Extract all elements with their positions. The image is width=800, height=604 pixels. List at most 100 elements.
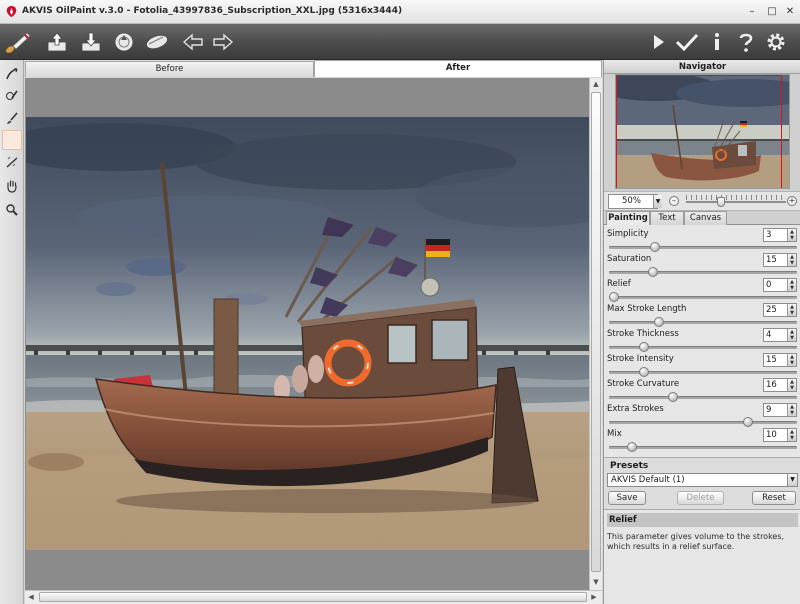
param-slider-thumb[interactable] (648, 267, 659, 277)
stamp-tool-icon (6, 156, 18, 168)
param-slider-thumb[interactable] (667, 392, 678, 402)
param-slider-thumb[interactable] (639, 367, 650, 377)
param-value: 15 (766, 255, 777, 265)
param-slider-track[interactable] (609, 446, 797, 449)
spinner-arrows-icon[interactable]: ▲ ▼ (787, 229, 796, 241)
help-button[interactable] (731, 27, 761, 57)
param-slider-track[interactable] (609, 246, 797, 249)
save-icon (81, 32, 101, 52)
help-text: This parameter gives volume to the strok… (607, 532, 785, 551)
spinner-arrows-icon[interactable]: ▲ ▼ (787, 329, 796, 341)
delete-preset-button[interactable]: Delete (677, 491, 724, 505)
save-preset-button[interactable]: Save (608, 491, 646, 505)
scroll-down-icon[interactable]: ▼ (590, 576, 602, 588)
apply-button[interactable] (672, 27, 702, 57)
param-slider-thumb[interactable] (649, 242, 660, 252)
tab-after[interactable]: After (314, 60, 602, 77)
param-spinbox[interactable]: 0 ▲ ▼ (763, 278, 797, 292)
tab-canvas[interactable]: Canvas (684, 211, 727, 225)
print-button[interactable] (109, 27, 139, 57)
param-label: Extra Strokes (607, 404, 664, 414)
brush-tool-button[interactable] (2, 108, 22, 128)
horizontal-scroll-thumb[interactable] (39, 592, 587, 602)
zoom-slider-thumb[interactable] (717, 197, 725, 207)
scroll-up-icon[interactable]: ▲ (590, 78, 602, 90)
run-icon (654, 35, 664, 49)
param-slider-track[interactable] (609, 396, 797, 399)
hand-tool-button[interactable] (2, 176, 22, 196)
undo-button[interactable] (178, 27, 208, 57)
param-slider-track[interactable] (609, 346, 797, 349)
param-slider-track[interactable] (609, 296, 797, 299)
scroll-left-icon[interactable]: ◀ (25, 591, 37, 603)
param-label: Simplicity (607, 229, 649, 239)
param-spinbox[interactable]: 10 ▲ ▼ (763, 428, 797, 442)
param-slider-thumb[interactable] (742, 417, 753, 427)
spinner-arrows-icon[interactable]: ▲ ▼ (787, 429, 796, 441)
param-spinbox[interactable]: 4 ▲ ▼ (763, 328, 797, 342)
param-slider-track[interactable] (609, 371, 797, 374)
open-icon (47, 32, 67, 52)
stroke-tool-button[interactable] (2, 86, 22, 106)
akvis-logo-icon (6, 6, 17, 17)
scroll-right-icon[interactable]: ▶ (588, 591, 600, 603)
spinner-arrows-icon[interactable]: ▲ ▼ (787, 404, 796, 416)
horizontal-scrollbar[interactable]: ◀ ▶ (25, 590, 602, 604)
param-slider-track[interactable] (609, 271, 797, 274)
main-toolbar (0, 24, 800, 60)
zoom-tool-button[interactable] (2, 200, 22, 220)
param-slider-thumb[interactable] (626, 442, 637, 452)
param-slider-thumb[interactable] (609, 292, 619, 302)
reset-button[interactable]: Reset (752, 491, 796, 505)
spinner-arrows-icon[interactable]: ▲ ▼ (787, 304, 796, 316)
vertical-scrollbar[interactable]: ▲ ▼ (589, 78, 602, 590)
spinner-arrows-icon[interactable]: ▲ ▼ (787, 254, 796, 266)
param-spinbox[interactable]: 9 ▲ ▼ (763, 403, 797, 417)
brush-logo-icon (2, 27, 32, 57)
close-button[interactable]: ✕ (782, 4, 798, 20)
param-slider-thumb[interactable] (639, 342, 650, 352)
param-spinbox[interactable]: 16 ▲ ▼ (763, 378, 797, 392)
maximize-button[interactable]: □ (764, 4, 780, 20)
run-button[interactable] (643, 27, 673, 57)
param-slider-track[interactable] (609, 321, 797, 324)
spinner-arrows-icon[interactable]: ▲ ▼ (787, 379, 796, 391)
stamp-tool-button[interactable] (2, 152, 22, 172)
param-spinbox[interactable]: 15 ▲ ▼ (763, 353, 797, 367)
save-button[interactable] (76, 27, 106, 57)
chevron-down-icon[interactable]: ▼ (653, 195, 662, 208)
undo-icon (182, 33, 203, 51)
open-button[interactable] (42, 27, 72, 57)
direction-tool-button[interactable] (2, 64, 22, 84)
spinner-arrows-icon[interactable]: ▲ ▼ (787, 279, 796, 291)
navigator-preview[interactable] (615, 74, 790, 189)
param-value: 25 (766, 305, 777, 315)
param-slider-thumb[interactable] (653, 317, 664, 327)
chevron-down-icon[interactable]: ▼ (787, 474, 797, 486)
navigator-thumbnail (616, 75, 789, 188)
tab-text[interactable]: Text (650, 211, 684, 225)
settings-button[interactable] (761, 27, 791, 57)
vertical-scroll-thumb[interactable] (591, 92, 601, 572)
zoom-select[interactable]: 50% ▼ (608, 194, 662, 209)
info-button[interactable] (702, 27, 732, 57)
param-spinbox[interactable]: 3 ▲ ▼ (763, 228, 797, 242)
share-icon (146, 34, 168, 50)
zoom-out-icon[interactable]: – (669, 196, 679, 206)
spinner-arrows-icon[interactable]: ▲ ▼ (787, 354, 796, 366)
param-spinbox[interactable]: 15 ▲ ▼ (763, 253, 797, 267)
preset-select[interactable]: AKVIS Default (1) ▼ (607, 473, 798, 487)
redo-button[interactable] (208, 27, 238, 57)
zoom-slider-track[interactable] (686, 201, 786, 203)
zoom-tool-icon (6, 204, 18, 216)
eraser-tool-button[interactable] (2, 130, 22, 150)
param-spinbox[interactable]: 25 ▲ ▼ (763, 303, 797, 317)
zoom-in-icon[interactable]: + (787, 196, 797, 206)
tab-painting[interactable]: Painting (606, 211, 650, 226)
image-workspace[interactable] (25, 78, 589, 590)
minimize-button[interactable]: – (744, 4, 760, 20)
share-button[interactable] (142, 27, 172, 57)
param-slider-track[interactable] (609, 421, 797, 424)
param-saturation: Saturation 15 ▲ ▼ (604, 253, 800, 278)
tab-before[interactable]: Before (25, 61, 314, 77)
